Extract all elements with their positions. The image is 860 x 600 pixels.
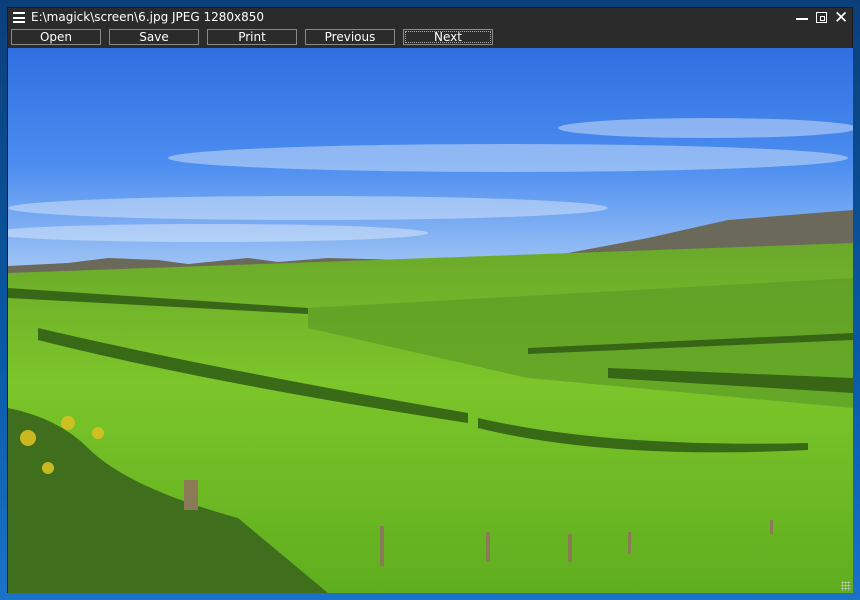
resize-grip[interactable] — [841, 581, 851, 591]
maximize-button[interactable] — [815, 11, 829, 25]
image-viewer-window: E:\magick\screen\6.jpg JPEG 1280x850 ✕ O… — [7, 7, 853, 593]
close-button[interactable]: ✕ — [834, 10, 848, 27]
save-button[interactable]: Save — [109, 29, 199, 45]
landscape-image — [8, 48, 853, 593]
minimize-button[interactable] — [795, 11, 809, 25]
hamburger-menu-icon[interactable] — [13, 12, 25, 23]
title-bar[interactable]: E:\magick\screen\6.jpg JPEG 1280x850 ✕ — [8, 8, 852, 28]
print-button[interactable]: Print — [207, 29, 297, 45]
open-button[interactable]: Open — [11, 29, 101, 45]
image-display — [8, 48, 853, 593]
previous-button[interactable]: Previous — [305, 29, 395, 45]
window-title: E:\magick\screen\6.jpg JPEG 1280x850 — [31, 10, 265, 24]
next-button[interactable]: Next — [403, 29, 493, 45]
